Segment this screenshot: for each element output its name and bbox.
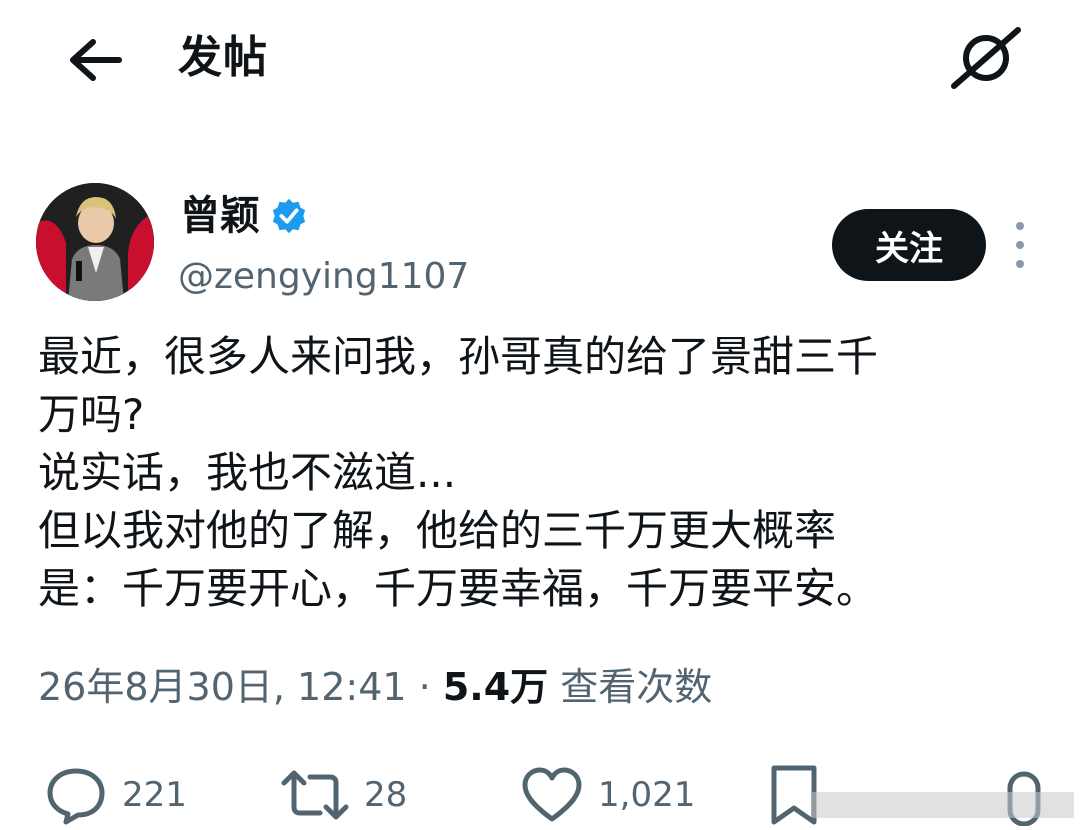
top-bar: 发帖 [0,0,1080,120]
grok-icon [951,27,1021,89]
post-meta: 26年8月30日, 12:41 · 5.4万 查看次数 [38,660,712,714]
back-button[interactable] [62,30,128,90]
more-options-button[interactable] [1006,222,1034,268]
retweet-icon [281,770,349,820]
page-title: 发帖 [178,32,268,83]
post-text: 最近，很多人来问我，孙哥真的给了景甜三千 万吗? 说实话，我也不滋道... 但以… [38,328,1048,618]
post-text-line: 说实话，我也不滋道... [38,448,457,497]
views-label: 查看次数 [548,665,713,709]
like-count: 1,021 [598,775,696,815]
display-name[interactable]: 曾颖 [180,188,260,244]
watermark-strip [812,792,1074,818]
reply-icon [47,768,105,825]
display-name-row: 曾颖 [180,188,308,244]
post-text-line: 万吗? [38,390,145,439]
post-timestamp[interactable]: 26年8月30日, 12:41 [38,665,407,709]
user-handle[interactable]: @zengying1107 [178,252,469,302]
retweet-button[interactable]: 28 [280,760,407,830]
grok-button[interactable] [948,24,1024,90]
reply-button[interactable]: 221 [44,760,187,830]
meta-separator: · [406,665,443,709]
post-detail-screen: 发帖 曾颖 @zengying1107 关注 最近，很多人来问我，孙哥真的给了景… [0,0,1080,830]
heart-icon [522,767,582,822]
post-text-line: 是：千万要开心，千万要幸福，千万要平安。 [38,564,879,613]
follow-button[interactable]: 关注 [832,209,986,281]
avatar[interactable] [36,183,154,301]
post-text-line: 但以我对他的了解，他给的三千万更大概率 [38,506,837,555]
post-text-line: 最近，很多人来问我，孙哥真的给了景甜三千 [38,332,879,381]
arrow-left-icon [70,39,122,81]
retweet-count: 28 [364,775,408,815]
more-dot [1016,241,1024,249]
like-button[interactable]: 1,021 [520,760,695,830]
reply-count: 221 [122,775,187,815]
more-dot [1016,222,1024,230]
verified-badge-icon [272,198,306,234]
more-dot [1016,260,1024,268]
avatar-image [36,183,154,301]
views-count[interactable]: 5.4万 [443,665,548,709]
